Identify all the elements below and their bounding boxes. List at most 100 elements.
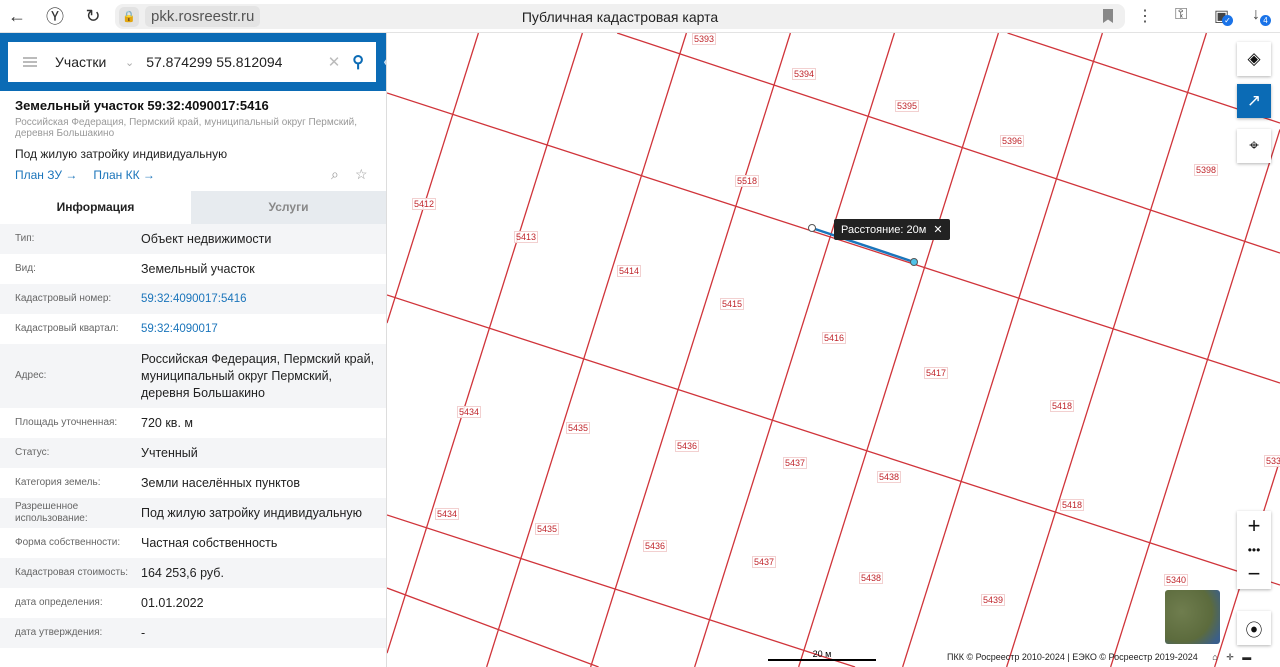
basemap-thumbnail[interactable] [1165, 590, 1220, 644]
field-label: Кадастровый квартал: [15, 323, 119, 334]
back-icon[interactable]: ← [0, 6, 34, 27]
crosshair-icon[interactable]: ✛ [1226, 652, 1234, 662]
parcel-label[interactable]: 5413 [514, 231, 539, 243]
info-row: Тип: Объект недвижимости [0, 224, 386, 254]
field-label: Форма собственности: [15, 537, 121, 548]
parcel-boundary [387, 33, 584, 654]
plan-zu-link[interactable]: План ЗУ → [15, 168, 77, 182]
compass-button[interactable]: ⦿ [1237, 611, 1271, 645]
field-value[interactable]: 59:32:4090017 [141, 318, 381, 341]
tab-information[interactable]: Информация [0, 191, 191, 224]
measure-point[interactable] [808, 224, 816, 232]
ruler-icon: ↗ [1246, 91, 1262, 110]
parcel-label[interactable]: 5415 [720, 298, 745, 310]
fields-list: Тип: Объект недвижимости Вид: Земельный уча… [0, 224, 386, 648]
crosshair-icon: ⌖ [1249, 136, 1259, 155]
more-icon[interactable]: ⋮ [1137, 6, 1153, 26]
window-icon[interactable]: ▬ [1242, 652, 1251, 662]
parcel-label[interactable]: 5437 [752, 556, 777, 568]
info-row: Кадастровый номер: 59:32:4090017:5416 [0, 284, 386, 314]
field-value: - [141, 625, 146, 640]
compass-icon: ⦿ [1245, 620, 1263, 640]
parcel-label[interactable]: 5412 [412, 198, 437, 210]
field-label: Категория земель: [15, 477, 101, 488]
reload-icon[interactable]: ↻ [76, 6, 110, 27]
field-value: Под жилую затройку индивидуальную [141, 505, 362, 520]
field-value: Земельный участок [141, 261, 255, 276]
object-address: Российская Федерация, Пермский край, мун… [15, 117, 358, 139]
locate-button[interactable]: ⌖ [1237, 129, 1271, 163]
field-value: 164 253,6 руб. [141, 565, 224, 580]
parcel-label[interactable]: 5394 [792, 68, 817, 80]
more-icon[interactable]: ••• [1248, 543, 1261, 557]
field-value: Российская Федерация, Пермский край, мун… [141, 351, 375, 400]
info-row: Форма собственности: Частная собственност… [0, 528, 386, 558]
field-value: 720 кв. м [141, 415, 193, 430]
field-label: Вид: [15, 263, 36, 274]
address-bar[interactable]: 🔒 pkk.rosreestr.ru Публичная кадастровая… [115, 4, 1125, 29]
extension-icon[interactable]: ▣ ✓ [1214, 6, 1233, 26]
search-document-icon[interactable]: ⌕ [331, 166, 339, 183]
downloads-icon[interactable]: ↓ 4 [1252, 6, 1271, 26]
parcel-label[interactable]: 5435 [566, 422, 591, 434]
map[interactable]: 5393 5394 5395 5396 5398 5518 5412 5413 5414 5415… [387, 33, 1280, 667]
parcel-label[interactable]: 5518 [735, 175, 760, 187]
clear-icon[interactable]: ✕ [328, 53, 341, 71]
parcel-label[interactable]: 5437 [783, 457, 808, 469]
parcel-label[interactable]: 5438 [859, 572, 884, 584]
parcel-label[interactable]: 5436 [675, 440, 700, 452]
close-icon[interactable]: ✕ [933, 224, 942, 236]
star-icon[interactable]: ☆ [355, 166, 368, 183]
object-purpose: Под жилую затройку индивидуальную [15, 147, 228, 161]
field-label: Кадастровая стоимость: [15, 567, 129, 578]
parcel-label[interactable]: 5438 [877, 471, 902, 483]
field-value[interactable]: 59:32:4090017:5416 [141, 288, 381, 311]
zoom-in-button[interactable]: + [1248, 513, 1261, 539]
object-title: Земельный участок 59:32:4090017:5416 [15, 98, 269, 113]
parcel-label[interactable]: 5416 [822, 332, 847, 344]
parcel-label[interactable]: 5393 [692, 33, 717, 45]
plan-kk-link[interactable]: План КК → [93, 168, 155, 182]
home-icon[interactable]: ⌂ [1212, 652, 1217, 662]
layers-button[interactable]: ◈ [1237, 42, 1271, 76]
parcel-label[interactable]: 5434 [457, 406, 482, 418]
parcel-boundary [590, 33, 792, 667]
search-input[interactable]: 57.874299 55.812094 [146, 54, 327, 70]
parcel-label[interactable]: 5434 [435, 508, 460, 520]
field-value: Частная собственность [141, 535, 278, 550]
field-value: Земли населённых пунктов [141, 475, 300, 490]
measure-point[interactable] [910, 258, 918, 266]
parcel-boundary [798, 33, 1000, 667]
parcel-label[interactable]: 5396 [1000, 135, 1025, 147]
attribution: ПКК © Росреестр 2010-2024 | ЕЭКО © Росре… [947, 652, 1251, 663]
parcel-label[interactable]: 5436 [643, 540, 668, 552]
parcel-label[interactable]: 5418 [1050, 400, 1075, 412]
parcel-label[interactable]: 5417 [924, 367, 949, 379]
parcel-label[interactable]: 5340 [1164, 574, 1189, 586]
layer-select[interactable]: Участки [55, 54, 125, 70]
parcel-label[interactable]: 5398 [1194, 164, 1219, 176]
zoom-controls: + ••• − [1237, 511, 1271, 589]
info-panel: Участки ⌄ 57.874299 55.812094 ✕ ⚲ ‹ Земе… [0, 33, 387, 667]
passwords-icon[interactable]: ⚿ [1175, 6, 1187, 24]
tab-services[interactable]: Услуги [191, 191, 386, 224]
parcel-lines [387, 33, 1280, 667]
parcel-label[interactable]: 5395 [895, 100, 920, 112]
parcel-label[interactable]: 5414 [617, 265, 642, 277]
search-bar: Участки ⌄ 57.874299 55.812094 ✕ ⚲ ‹ [0, 33, 386, 91]
parcel-label[interactable]: 5439 [981, 594, 1006, 606]
measure-button[interactable]: ↗ [1237, 84, 1271, 118]
search-icon[interactable]: ⚲ [352, 52, 364, 72]
info-row: Кадастровый квартал: 59:32:4090017 [0, 314, 386, 344]
yandex-icon[interactable]: Ⓨ [38, 3, 72, 29]
info-row: Кадастровая стоимость: 164 253,6 руб. [0, 558, 386, 588]
parcel-label[interactable]: 5435 [535, 523, 560, 535]
parcel-label[interactable]: 533 [1264, 455, 1280, 467]
field-label: Статус: [15, 447, 50, 458]
info-row: Разрешенное использование: Под жилую затр… [0, 498, 386, 528]
chevron-down-icon[interactable]: ⌄ [125, 56, 134, 69]
parcel-label[interactable]: 5418 [1060, 499, 1085, 511]
field-label: Площадь уточненная: [15, 417, 118, 428]
menu-icon[interactable] [23, 57, 37, 67]
zoom-out-button[interactable]: − [1248, 561, 1261, 587]
